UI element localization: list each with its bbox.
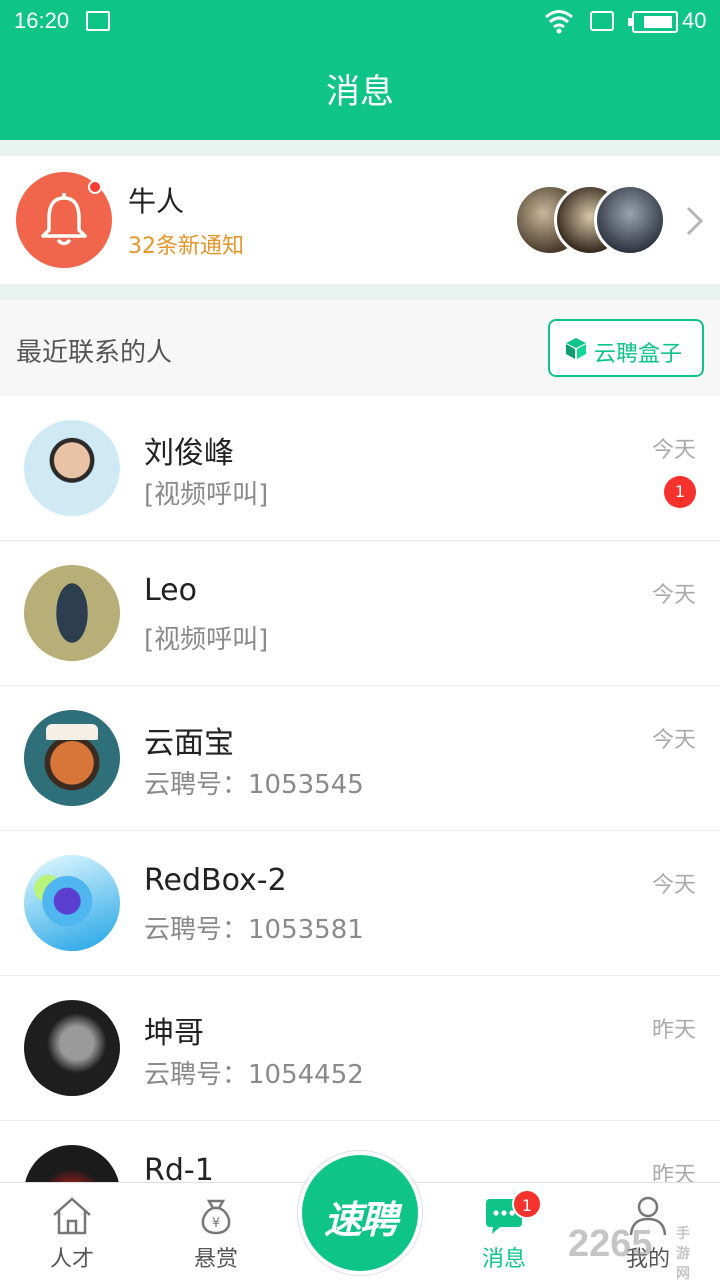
notification-count: 32条新通知 [128, 234, 244, 259]
tab-reward[interactable]: ¥ 悬赏 [156, 1183, 276, 1280]
avatar [594, 184, 666, 256]
money-bag-icon: ¥ [201, 1199, 231, 1235]
avatar [24, 710, 120, 806]
bell-avatar [16, 172, 112, 268]
list-item[interactable]: 坤哥 云聘号：1054452 昨天 [0, 976, 720, 1121]
tab-talent[interactable]: 人才 [12, 1183, 132, 1280]
bell-icon [41, 193, 87, 246]
quick-hire-label: 速聘 [323, 1198, 398, 1242]
avatar [24, 565, 120, 661]
unread-badge: 1 [664, 476, 696, 508]
contact-message: 云聘号：1054452 [144, 1060, 364, 1090]
contact-name: Rd-1 [144, 1153, 214, 1182]
avatar [24, 420, 120, 516]
yunpin-box-button[interactable]: 云聘盒子 [548, 319, 704, 377]
app-header: 消息 [0, 44, 720, 140]
contact-message: 云聘号：1053581 [144, 915, 364, 945]
unread-dot [88, 180, 102, 194]
avatar [24, 855, 120, 951]
watermark: 2265 手游网 [568, 1223, 690, 1280]
avatar-stack [514, 184, 674, 256]
contact-time: 昨天 [651, 1163, 696, 1182]
notification-title: 牛人 [128, 185, 185, 218]
watermark-suffix: 手游网 [676, 1225, 690, 1280]
tab-reward-label: 悬赏 [193, 1247, 238, 1272]
contact-time: 今天 [651, 583, 696, 608]
contact-message: 云聘号：1053545 [144, 770, 364, 800]
tab-messages-label: 消息 [481, 1247, 526, 1272]
image-notification-icon [86, 11, 110, 31]
status-time: 16:20 [14, 8, 70, 33]
status-bar: 16:20 40 [0, 0, 720, 44]
sim-card-icon [590, 11, 614, 31]
yunpin-box-label: 云聘盒子 [594, 342, 683, 367]
contact-name: Leo [144, 573, 197, 608]
contact-time: 昨天 [651, 1018, 696, 1043]
home-icon [53, 1197, 91, 1235]
svg-text:¥: ¥ [212, 1216, 220, 1231]
page-title: 消息 [326, 72, 394, 112]
contact-name: 云面宝 [144, 726, 234, 761]
contact-message: [视频呼叫] [144, 480, 269, 510]
chevron-right-icon [686, 206, 704, 236]
contact-time: 今天 [651, 873, 696, 898]
avatar [24, 1145, 120, 1182]
contact-name: 坤哥 [144, 1016, 204, 1051]
watermark-text: 2265 [568, 1223, 653, 1265]
messages-badge: 1 [512, 1189, 542, 1219]
tab-messages[interactable]: 1 消息 [444, 1183, 564, 1280]
battery-level: 40 [682, 8, 707, 33]
list-item[interactable]: RedBox-2 云聘号：1053581 今天 [0, 831, 720, 976]
list-item[interactable]: 刘俊峰 [视频呼叫] 今天 1 [0, 396, 720, 541]
contact-list[interactable]: 刘俊峰 [视频呼叫] 今天 1 Leo [视频呼叫] 今天 云面宝 云聘号：10… [0, 396, 720, 1182]
divider [0, 284, 720, 300]
battery-icon [628, 11, 678, 33]
contact-time: 今天 [651, 438, 696, 463]
cube-icon [566, 338, 586, 359]
notification-row[interactable]: 牛人 32条新通知 [0, 156, 720, 284]
wifi-icon [545, 10, 573, 34]
contact-name: RedBox-2 [144, 863, 287, 898]
list-item[interactable]: Leo [视频呼叫] 今天 [0, 541, 720, 686]
contact-message: [视频呼叫] [144, 625, 269, 655]
avatar [24, 1000, 120, 1096]
bottom-tab-bar: 人才 ¥ 悬赏 速聘 1 消息 我的 2265 手游网 [0, 1151, 720, 1280]
section-title: 最近联系的人 [16, 338, 173, 368]
contact-time: 今天 [651, 728, 696, 753]
divider [0, 140, 720, 156]
tab-talent-label: 人才 [49, 1247, 94, 1272]
recent-contacts-header: 最近联系的人 云聘盒子 [0, 300, 720, 396]
contact-name: 刘俊峰 [144, 436, 234, 471]
list-item[interactable]: 云面宝 云聘号：1053545 今天 [0, 686, 720, 831]
quick-hire-button[interactable]: 速聘 [298, 1151, 422, 1275]
